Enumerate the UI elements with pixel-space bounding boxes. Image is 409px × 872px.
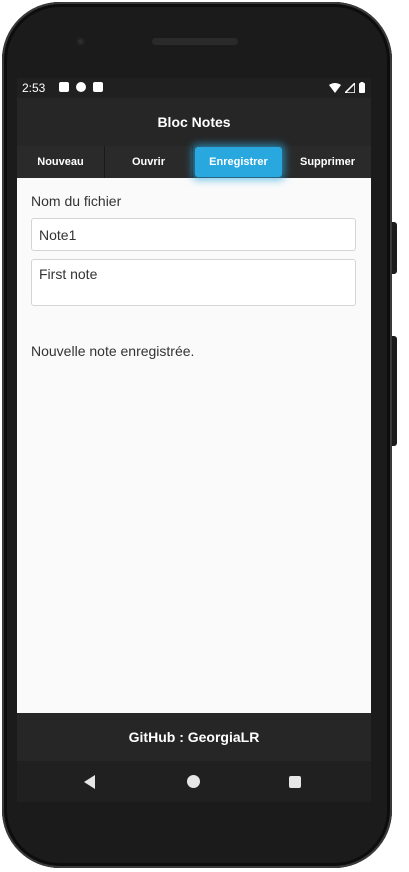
tab-enregistrer[interactable]: Enregistrer [195,147,282,177]
action-tabs: Nouveau Ouvrir Enregistrer Supprimer [17,146,371,178]
footer: GitHub : GeorgiaLR [17,713,371,761]
tab-supprimer[interactable]: Supprimer [284,146,371,178]
notification-a-icon [59,82,69,92]
app-bar: Bloc Notes [17,98,371,146]
status-message: Nouvelle note enregistrée. [31,343,195,359]
tab-nouveau[interactable]: Nouveau [17,146,105,178]
github-credit: GitHub : GeorgiaLR [128,729,260,745]
nav-bar [17,761,371,802]
signal-icon [345,82,355,93]
status-bar: 2:53 [17,78,371,98]
phone-frame: 2:53 Bloc Notes Nouveau Ouvrir Enregistr… [2,2,392,868]
power-button [392,222,397,274]
status-left-icons [59,82,103,92]
status-right-icons [329,82,365,93]
status-time: 2:53 [22,81,46,95]
front-camera [76,37,85,46]
filename-label: Nom du fichier [31,193,122,209]
home-icon[interactable] [187,775,200,788]
note-textarea[interactable]: First note [31,259,356,306]
earpiece-speaker [152,38,238,45]
wifi-icon [329,82,341,93]
notification-p-icon [76,82,86,92]
filename-input[interactable] [31,218,356,251]
battery-icon [359,82,365,93]
app-title: Bloc Notes [157,114,231,130]
back-icon[interactable] [84,775,95,789]
volume-button [392,336,397,446]
sd-card-icon [93,82,103,92]
tab-ouvrir[interactable]: Ouvrir [105,146,193,178]
recent-apps-icon[interactable] [289,776,301,788]
screen: 2:53 Bloc Notes Nouveau Ouvrir Enregistr… [17,78,371,802]
